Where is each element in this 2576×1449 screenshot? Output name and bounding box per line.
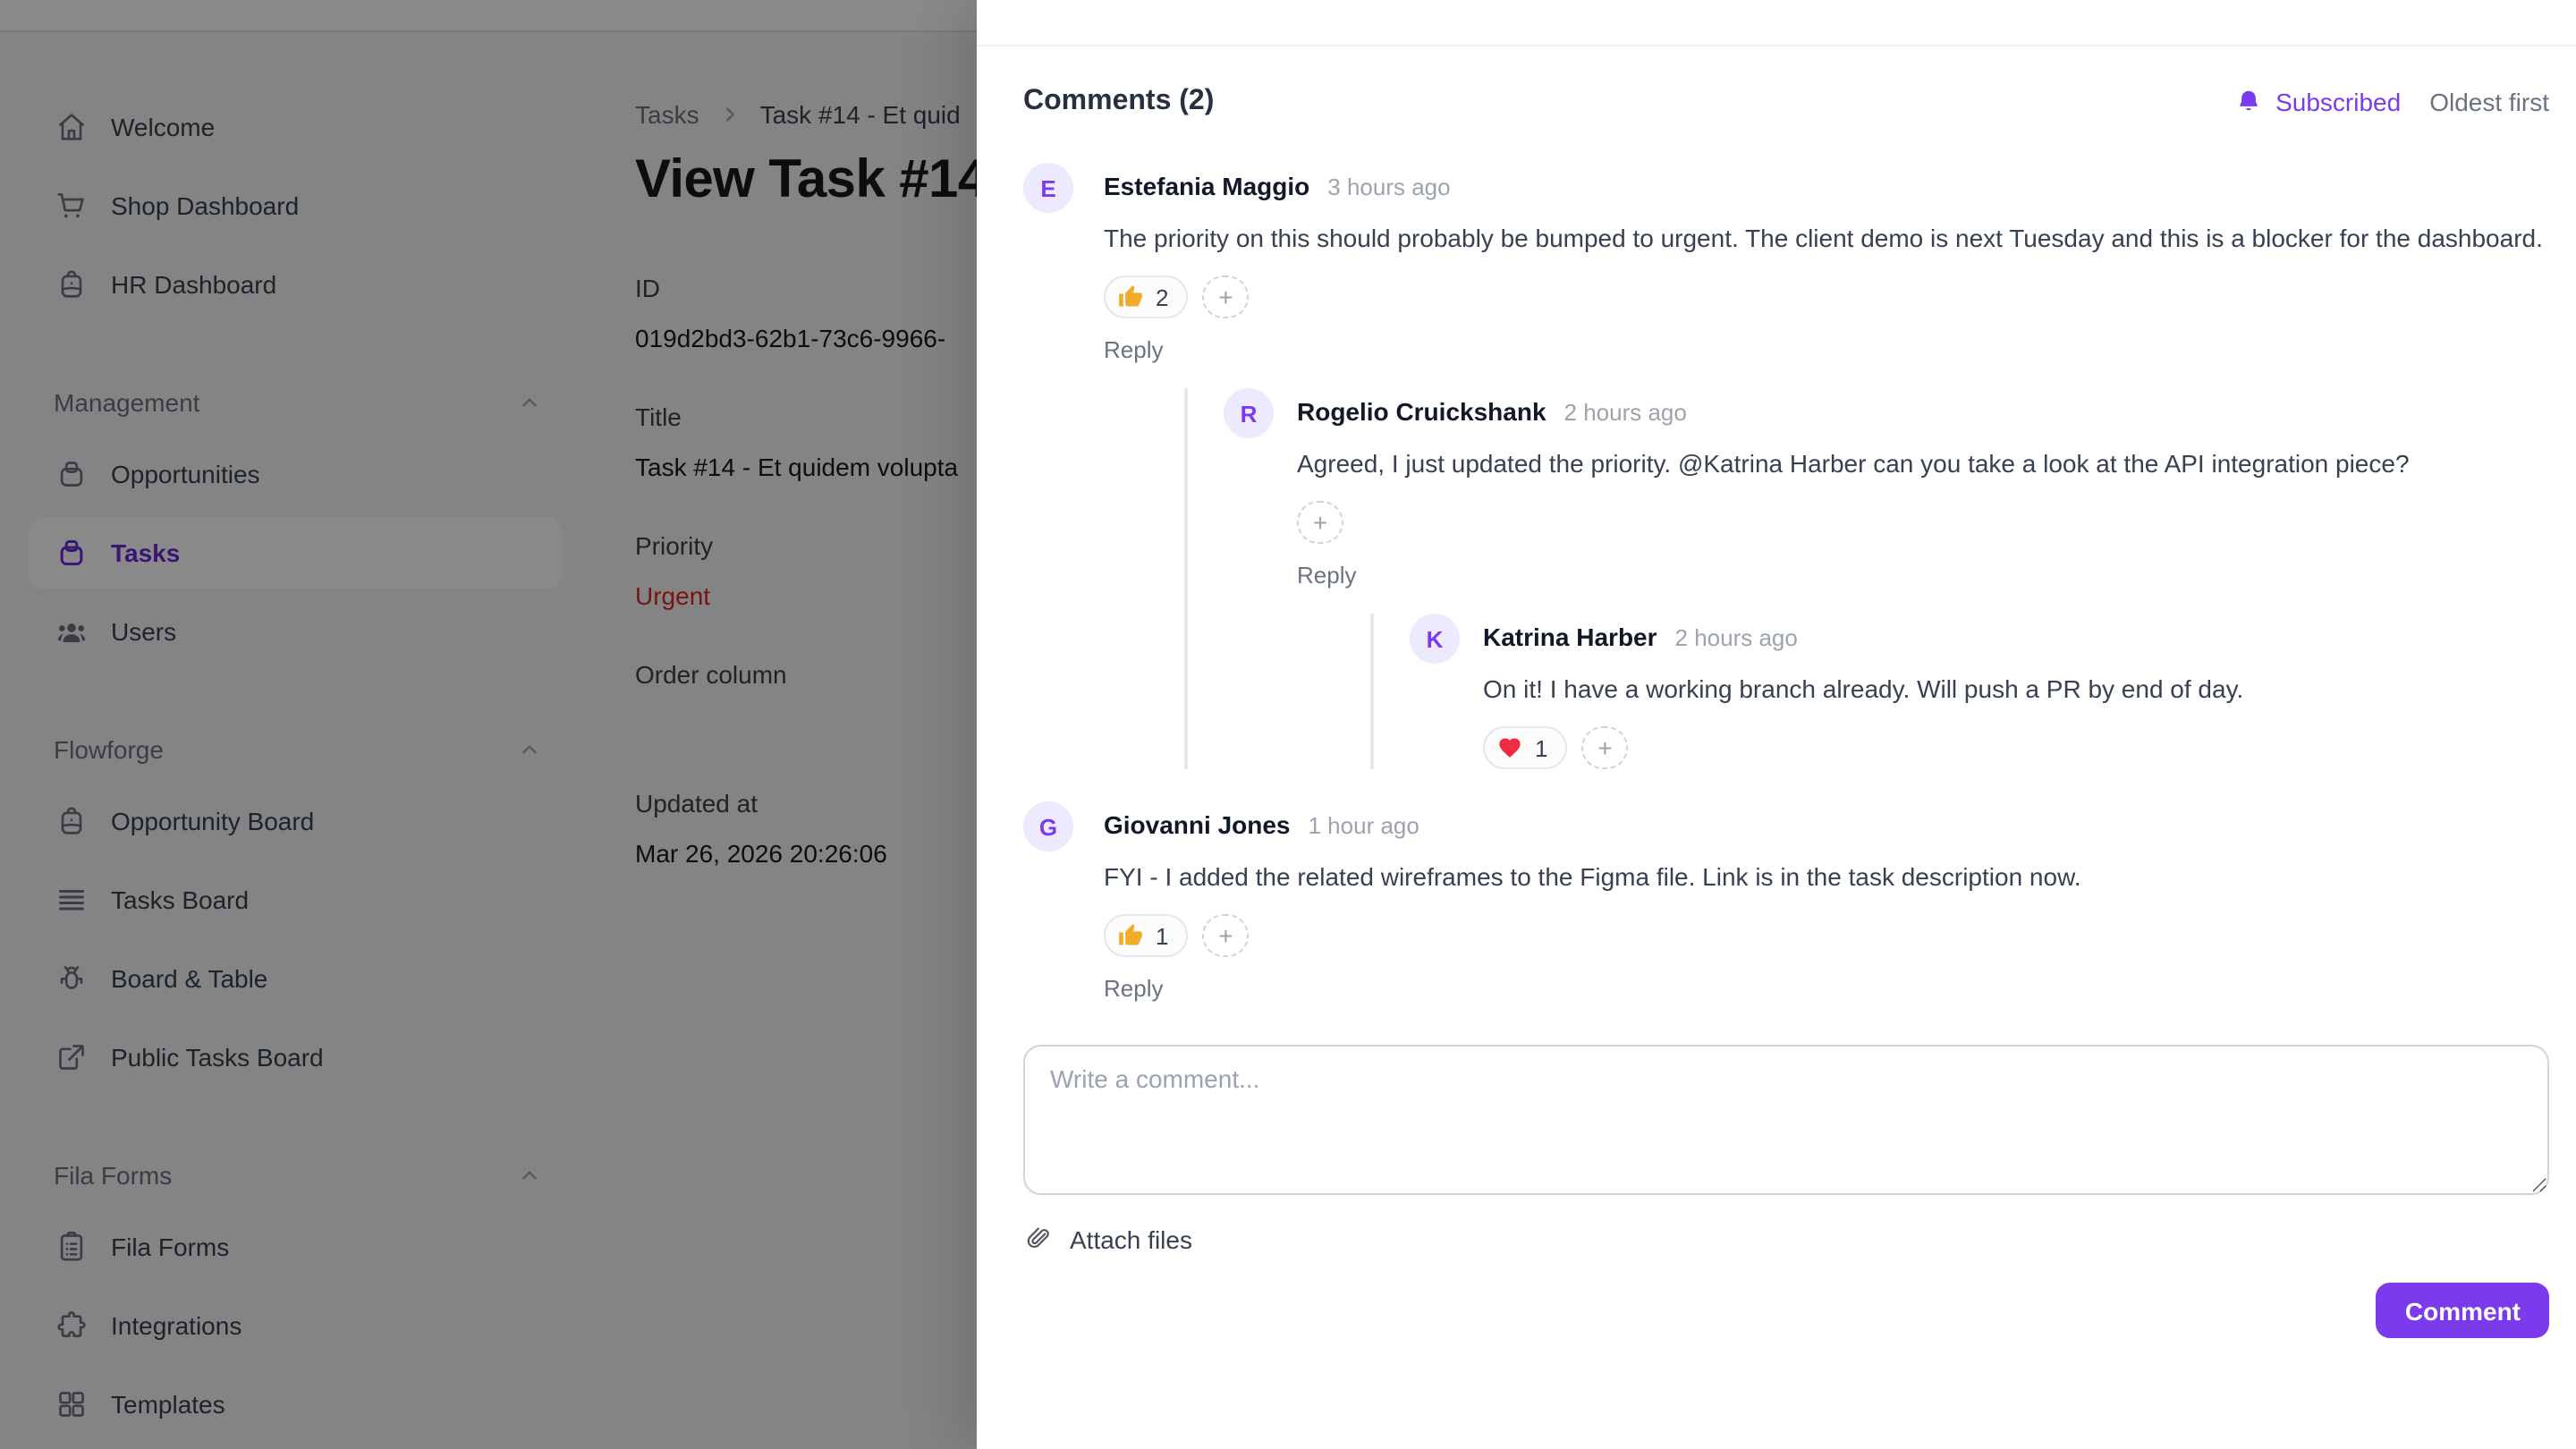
- comment-header: Katrina Harber 2 hours ago: [1483, 614, 2549, 662]
- sort-order-button[interactable]: Oldest first: [2429, 88, 2549, 116]
- comment-reply: K Katrina Harber 2 hours ago On it! I ha…: [1410, 614, 2549, 769]
- reactions-row: 1 +: [1483, 726, 2549, 769]
- reaction-count: 1: [1535, 734, 1547, 761]
- comment-timestamp: 2 hours ago: [1564, 390, 1687, 436]
- thumbs-up-emoji: [1118, 923, 1143, 948]
- reply-link[interactable]: Reply: [1104, 336, 1164, 363]
- avatar: R: [1224, 388, 1274, 438]
- paperclip-icon: [1023, 1224, 1054, 1254]
- comment-composer: Attach files Comment: [1023, 1045, 2549, 1338]
- attach-files-label: Attach files: [1070, 1224, 1192, 1253]
- replies-thread: K Katrina Harber 2 hours ago On it! I ha…: [1370, 614, 2549, 769]
- reactions-row: 1 +: [1104, 914, 2549, 957]
- comment-body: The priority on this should probably be …: [1104, 220, 2549, 258]
- comment-timestamp: 2 hours ago: [1675, 615, 1798, 662]
- bell-icon: [2234, 88, 2263, 116]
- add-reaction-button[interactable]: +: [1297, 501, 1343, 544]
- subscribed-label: Subscribed: [2275, 88, 2401, 116]
- comments-drawer: Comments (2) Subscribed Oldest first E E…: [977, 0, 2576, 1449]
- heart-emoji: [1497, 735, 1522, 760]
- comment-header: Giovanni Jones 1 hour ago: [1104, 801, 2549, 850]
- add-reaction-button[interactable]: +: [1581, 726, 1628, 769]
- replies-thread: R Rogelio Cruickshank 2 hours ago Agreed…: [1184, 388, 2549, 769]
- comment-author: Giovanni Jones: [1104, 801, 1291, 848]
- comment-body: FYI - I added the related wireframes to …: [1104, 859, 2549, 896]
- drawer-controls: Subscribed Oldest first: [2234, 88, 2549, 116]
- submit-row: Comment: [1023, 1283, 2549, 1338]
- stage: Welcome Shop Dashboard HR Dashboard Mana…: [0, 0, 2576, 1449]
- comment-author: Estefania Maggio: [1104, 163, 1309, 209]
- comment: G Giovanni Jones 1 hour ago FYI - I adde…: [1023, 801, 2549, 1002]
- reply-link[interactable]: Reply: [1297, 562, 1357, 589]
- screen: Welcome Shop Dashboard HR Dashboard Mana…: [0, 0, 2576, 1449]
- reaction-pill[interactable]: 2: [1104, 275, 1188, 318]
- drawer-header: Comments (2) Subscribed Oldest first: [1023, 82, 2549, 122]
- comment-body: On it! I have a working branch already. …: [1483, 671, 2549, 708]
- comment: E Estefania Maggio 3 hours ago The prior…: [1023, 163, 2549, 769]
- comments-title: Comments (2): [1023, 86, 1214, 118]
- add-reaction-button[interactable]: +: [1202, 914, 1249, 957]
- comment-input[interactable]: [1023, 1045, 2549, 1195]
- reaction-pill[interactable]: 1: [1483, 726, 1567, 769]
- avatar: K: [1410, 614, 1460, 664]
- add-reaction-button[interactable]: +: [1202, 275, 1249, 318]
- comment-author: Katrina Harber: [1483, 614, 1657, 660]
- reactions-row: 2 +: [1104, 275, 2549, 318]
- comment-submit-button[interactable]: Comment: [2377, 1283, 2549, 1338]
- comments-list: E Estefania Maggio 3 hours ago The prior…: [1023, 163, 2549, 1002]
- reaction-count: 1: [1156, 922, 1168, 949]
- avatar: E: [1023, 163, 1073, 213]
- comment-header: Rogelio Cruickshank 2 hours ago: [1297, 388, 2549, 436]
- drawer-top-bar: [977, 0, 2576, 47]
- subscribed-button[interactable]: Subscribed: [2234, 88, 2401, 116]
- comment-reply: R Rogelio Cruickshank 2 hours ago Agreed…: [1224, 388, 2549, 769]
- reaction-count: 2: [1156, 284, 1168, 310]
- thumbs-up-emoji: [1118, 284, 1143, 309]
- avatar: G: [1023, 801, 1073, 852]
- attach-files-button[interactable]: Attach files: [1023, 1224, 1192, 1254]
- drawer-body: Comments (2) Subscribed Oldest first E E…: [977, 47, 2576, 1338]
- comment-author: Rogelio Cruickshank: [1297, 388, 1546, 435]
- comment-timestamp: 1 hour ago: [1309, 803, 1419, 850]
- reactions-row: +: [1297, 501, 2549, 544]
- comment-timestamp: 3 hours ago: [1327, 165, 1450, 211]
- reply-link[interactable]: Reply: [1104, 975, 1164, 1002]
- comment-header: Estefania Maggio 3 hours ago: [1104, 163, 2549, 211]
- comment-body: Agreed, I just updated the priority. @Ka…: [1297, 445, 2549, 483]
- reaction-pill[interactable]: 1: [1104, 914, 1188, 957]
